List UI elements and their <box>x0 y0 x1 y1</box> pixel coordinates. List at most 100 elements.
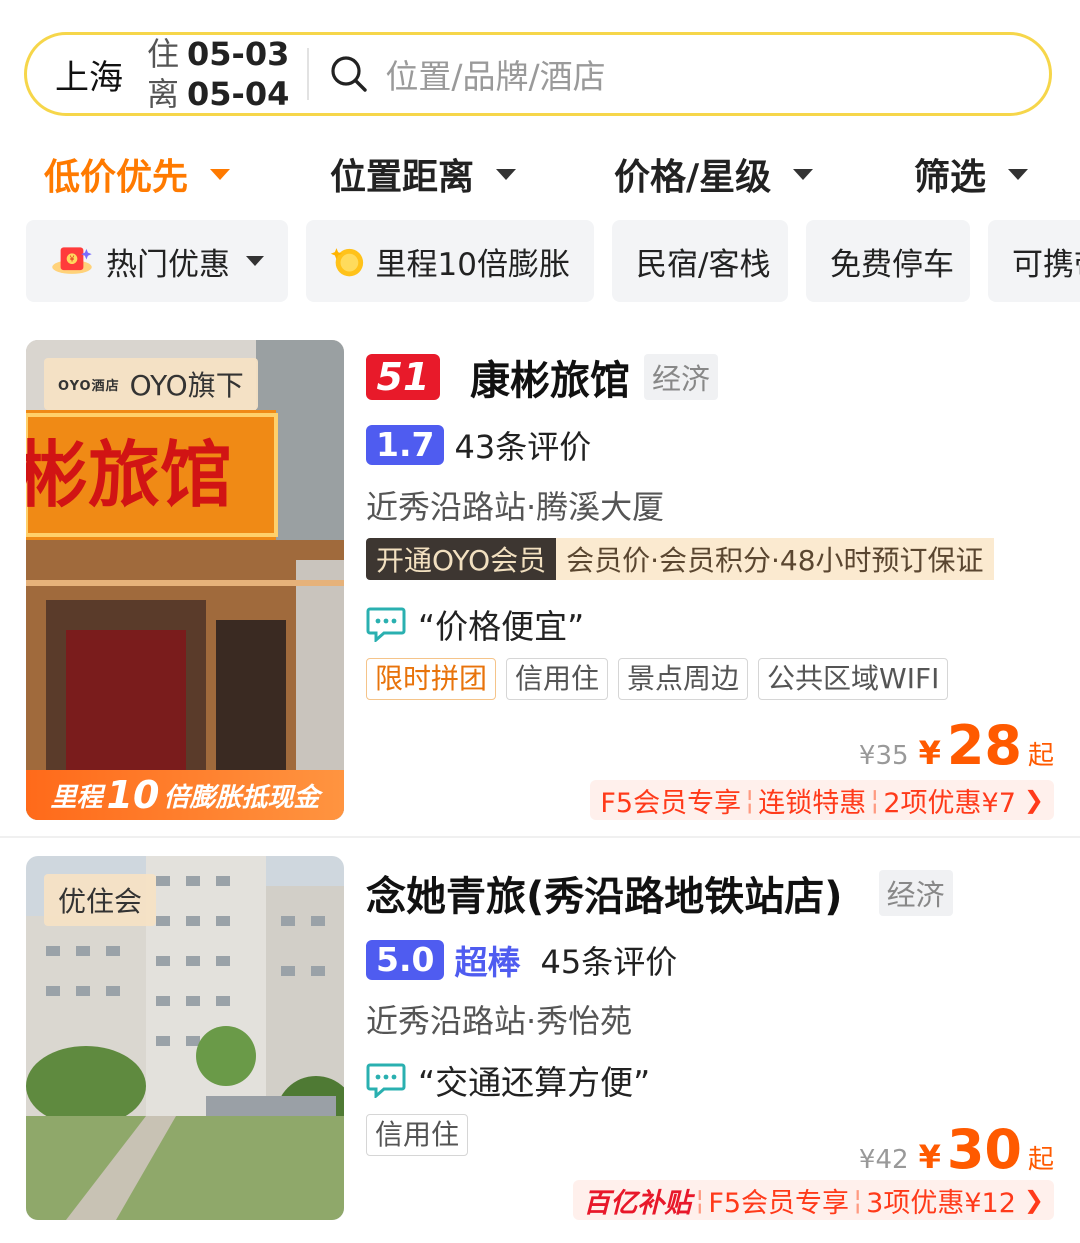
deal-item: F5会员专享 <box>708 1187 850 1219</box>
chip-label: 可携带 <box>1012 246 1080 283</box>
chip-label: 里程10倍膨胀 <box>375 246 570 283</box>
original-price: ¥35 <box>858 741 909 771</box>
current-price: 30 <box>946 1118 1022 1181</box>
deal-bar[interactable]: 百亿补贴 ¦ F5会员专享 ¦ 3项优惠¥12 ❯ <box>573 1180 1054 1220</box>
checkout-date: 05-04 <box>187 75 290 113</box>
score-badge: 1.7 <box>366 425 445 465</box>
chip-mileage[interactable]: 里程10倍膨胀 <box>306 220 594 302</box>
tag: 公共区域WIFI <box>758 658 949 700</box>
price-block: ¥42 ¥ 30 起 <box>859 1118 1054 1181</box>
price-block: ¥35 ¥ 28 起 <box>859 714 1054 777</box>
caret-down-icon <box>793 168 814 180</box>
deal-separator: ¦ <box>870 784 880 816</box>
chip-label: 免费停车 <box>830 246 954 283</box>
chevron-right-icon: ❯ <box>1023 786 1044 814</box>
hotel-name[interactable]: 念她青旅(秀沿路地铁站店) <box>366 864 843 922</box>
banner-text: 里程 <box>50 782 103 813</box>
hotel-photo[interactable]: 彬旅馆 OYO酒店 OYO旗下 里程 10 倍膨胀抵现金 <box>26 340 344 820</box>
search-icon <box>331 56 368 92</box>
score-badge: 5.0 <box>366 940 445 980</box>
hotel-card[interactable]: 彬旅馆 OYO酒店 OYO旗下 里程 10 倍膨胀抵现金 51 康彬旅馆 经济 … <box>0 340 1080 820</box>
sign-text: 彬旅馆 <box>26 433 232 517</box>
score-row: 5.0 超棒 45条评价 <box>366 936 677 984</box>
banner-number: 10 <box>106 773 160 817</box>
deal-item: 3项优惠¥12 <box>866 1187 1016 1219</box>
hotel-photo[interactable]: 优住会 <box>26 856 344 1220</box>
review-count[interactable]: 45条评价 <box>540 937 677 983</box>
sort-filter[interactable]: 筛选 <box>914 148 1029 200</box>
deal-separator: ¦ <box>695 1184 705 1216</box>
chip-free-parking[interactable]: 免费停车 <box>806 220 970 302</box>
original-price: ¥42 <box>858 1145 909 1175</box>
review-quote: “价格便宜” <box>366 600 584 648</box>
sort-label: 筛选 <box>914 157 987 198</box>
hotel-title-row: 51 康彬旅馆 经济 <box>366 348 719 406</box>
deal-item: F5会员专享 <box>600 787 742 819</box>
sort-lowest-price[interactable]: 低价优先 <box>44 148 231 200</box>
deal-item: 2项优惠¥7 <box>883 787 1016 819</box>
review-count[interactable]: 43条评价 <box>454 422 591 468</box>
date-selector[interactable]: 住 05-03 离 05-04 <box>147 34 289 114</box>
price-suffix: 起 <box>1027 741 1054 771</box>
deal-bar[interactable]: F5会员专享 ¦ 连锁特惠 ¦ 2项优惠¥7 ❯ <box>590 780 1054 820</box>
tag: 限时拼团 <box>366 658 497 700</box>
oyo-logo: OYO酒店 <box>58 378 120 394</box>
brand-badge: 优住会 <box>44 874 157 926</box>
deal-separator: ¦ <box>853 1184 863 1216</box>
tag: 信用住 <box>366 1114 469 1156</box>
checkin-label: 住 <box>147 35 180 73</box>
chat-bubble-icon <box>366 607 406 642</box>
caret-down-icon <box>210 168 231 180</box>
sort-price-star[interactable]: 价格/星级 <box>614 148 814 200</box>
hotel-name[interactable]: 康彬旅馆 <box>470 348 630 406</box>
brand-badge: OYO酒店 OYO旗下 <box>44 358 258 410</box>
quote-text: “价格便宜” <box>418 607 585 646</box>
caret-down-icon <box>1008 168 1029 180</box>
checkin-date: 05-03 <box>187 35 290 73</box>
filter-chip-bar: ¥ 热门优惠 里程10倍膨胀 民宿/客栈 免费停车 可携带 <box>0 220 1080 302</box>
subsidy-label: 百亿补贴 <box>583 1187 692 1219</box>
brand-badge-text: 优住会 <box>58 885 143 918</box>
rank-badge: 51 <box>366 354 440 400</box>
deal-item: 连锁特惠 <box>758 787 867 819</box>
hotel-level: 经济 <box>644 354 719 400</box>
hotel-photo-image: 彬旅馆 <box>26 340 344 820</box>
quote-text: “交通还算方便” <box>418 1063 651 1102</box>
chip-homestay[interactable]: 民宿/客栈 <box>612 220 788 302</box>
caret-down-icon <box>246 256 264 266</box>
chip-label: 民宿/客栈 <box>636 246 771 283</box>
city-selector[interactable]: 上海 <box>55 50 131 99</box>
deal-separator: ¦ <box>745 784 755 816</box>
sort-distance[interactable]: 位置距离 <box>330 148 517 200</box>
currency: ¥ <box>918 734 941 772</box>
brand-badge-text: OYO旗下 <box>129 369 244 402</box>
chat-bubble-icon <box>366 1063 406 1098</box>
review-quote: “交通还算方便” <box>366 1056 650 1104</box>
member-promo[interactable]: 开通OYO会员 会员价·会员积分·48小时预订保证 <box>366 538 994 580</box>
score-row: 1.7 43条评价 <box>366 422 591 468</box>
tag-list: 限时拼团 信用住 景点周边 公共区域WIFI <box>366 658 958 700</box>
chevron-right-icon: ❯ <box>1023 1186 1044 1214</box>
divider <box>0 836 1080 838</box>
sort-label: 位置距离 <box>330 157 475 198</box>
tag: 景点周边 <box>618 658 749 700</box>
sort-bar: 低价优先 位置距离 价格/星级 筛选 <box>0 148 1080 200</box>
hotel-title-row: 念她青旅(秀沿路地铁站店) 经济 <box>366 864 953 922</box>
hotel-location: 近秀沿路站·秀怡苑 <box>366 1002 633 1040</box>
chip-pets[interactable]: 可携带 <box>988 220 1080 302</box>
price-suffix: 起 <box>1027 1145 1054 1175</box>
member-benefits: 会员价·会员积分·48小时预订保证 <box>556 538 994 580</box>
hotel-card[interactable]: 优住会 念她青旅(秀沿路地铁站店) 经济 5.0 超棒 45条评价 近秀沿路站·… <box>0 856 1080 1220</box>
chip-hot-deals[interactable]: ¥ 热门优惠 <box>26 220 288 302</box>
sort-label: 低价优先 <box>44 157 189 198</box>
sort-label: 价格/星级 <box>614 157 772 198</box>
search-bar[interactable]: 上海 住 05-03 离 05-04 位置/品牌/酒店 <box>24 32 1052 116</box>
chip-label: 热门优惠 <box>106 246 230 283</box>
hotel-level: 经济 <box>878 870 953 916</box>
hotel-location: 近秀沿路站·腾溪大厦 <box>366 488 665 526</box>
divider <box>307 48 310 100</box>
search-input[interactable]: 位置/品牌/酒店 <box>385 50 605 98</box>
member-open-label: 开通OYO会员 <box>366 538 557 580</box>
score-word: 超棒 <box>454 943 521 982</box>
current-price: 28 <box>946 714 1022 777</box>
